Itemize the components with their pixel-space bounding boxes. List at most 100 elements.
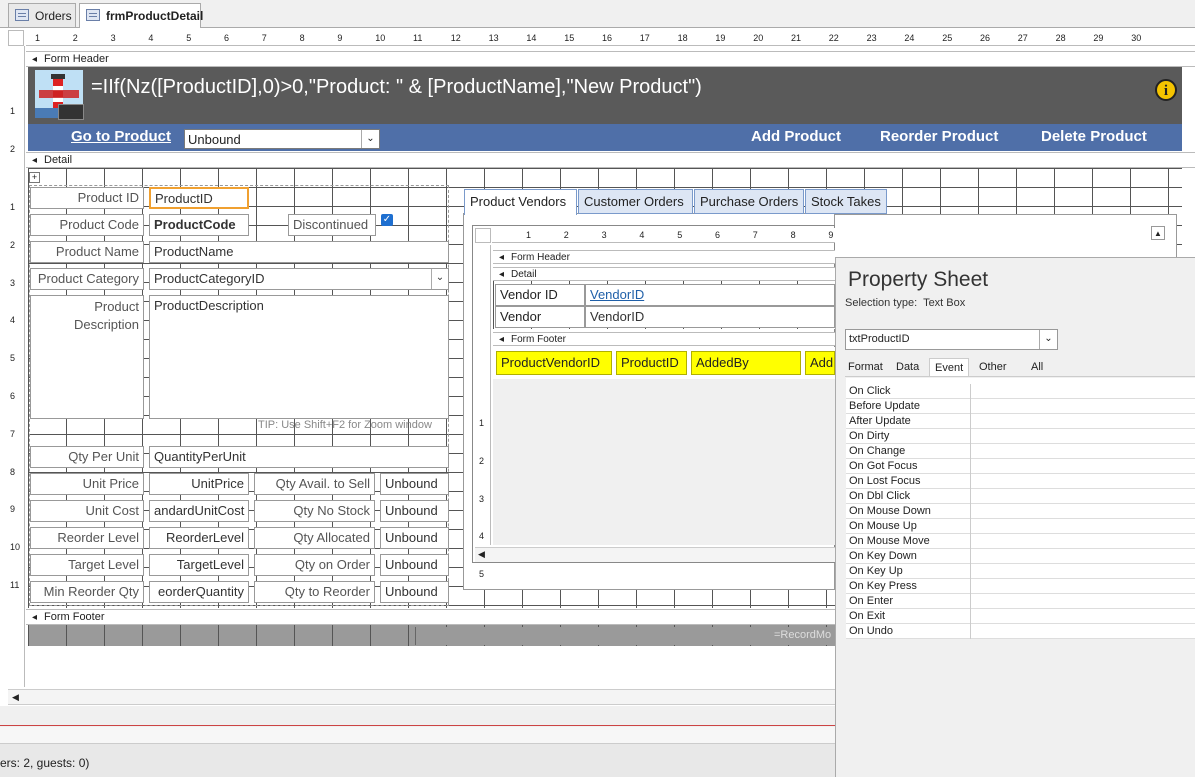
vendor-id-field[interactable]: VendorID bbox=[585, 284, 835, 306]
add-header[interactable]: Add bbox=[805, 351, 835, 375]
ps-tab-data[interactable]: Data bbox=[891, 358, 924, 376]
tab-stock-takes[interactable]: Stock Takes bbox=[805, 189, 887, 214]
event-property-row[interactable]: On Mouse Move bbox=[846, 534, 1195, 549]
event-property-row[interactable]: On Dbl Click bbox=[846, 489, 1195, 504]
ps-tab-event[interactable]: Event bbox=[929, 358, 970, 376]
unit-cost-field[interactable]: andardUnitCost bbox=[149, 500, 249, 522]
qty-avail-label: Qty Avail. to Sell bbox=[254, 473, 375, 495]
product-vendor-id-header[interactable]: ProductVendorID bbox=[496, 351, 612, 375]
ps-tab-other[interactable]: Other bbox=[974, 358, 1012, 376]
subform-selector[interactable] bbox=[475, 228, 491, 243]
qty-per-unit-field[interactable]: QuantityPerUnit bbox=[149, 446, 449, 468]
event-property-row[interactable]: On Enter bbox=[846, 594, 1195, 609]
subform-footer-bar[interactable]: Form Footer bbox=[493, 332, 835, 346]
ruler-tick-label: 7 bbox=[752, 230, 758, 240]
qty-on-stock-field[interactable]: Unbound bbox=[380, 500, 449, 522]
chevron-down-icon[interactable]: ⌄ bbox=[361, 130, 379, 148]
event-property-row[interactable]: On Exit bbox=[846, 609, 1195, 624]
control-selector-value: txtProductID bbox=[849, 333, 910, 345]
unit-price-label: Unit Price bbox=[30, 473, 144, 495]
event-property-row[interactable]: Before Update bbox=[846, 399, 1195, 414]
event-property-row[interactable]: On Key Down bbox=[846, 549, 1195, 564]
ruler-tick-label: 2 bbox=[563, 230, 569, 240]
info-icon[interactable]: i bbox=[1155, 79, 1177, 101]
target-level-field[interactable]: TargetLevel bbox=[149, 554, 249, 576]
ruler-tick-label: 1 bbox=[479, 418, 485, 428]
scroll-left-icon[interactable]: ◀ bbox=[12, 692, 19, 703]
ps-tab-format[interactable]: Format bbox=[843, 358, 888, 376]
ruler-tick-label: 11 bbox=[413, 33, 423, 43]
scroll-left-icon[interactable]: ◀ bbox=[478, 549, 485, 560]
ps-tab-all[interactable]: All bbox=[1026, 358, 1048, 376]
event-property-name: On Dirty bbox=[849, 430, 890, 442]
event-property-name: On Lost Focus bbox=[849, 475, 921, 487]
subform-detail-bar[interactable]: Detail bbox=[493, 267, 835, 281]
chevron-down-icon[interactable]: ⌄ bbox=[1039, 330, 1057, 349]
subform-hscrollbar[interactable]: ◀ bbox=[475, 547, 835, 562]
form-selector[interactable] bbox=[8, 30, 24, 46]
event-property-row[interactable]: On Change bbox=[846, 444, 1195, 459]
unit-cost-label: Unit Cost bbox=[30, 500, 144, 522]
discontinued-checkbox[interactable]: ✓ bbox=[381, 214, 393, 226]
delete-product-button[interactable]: Delete Product bbox=[1041, 128, 1147, 145]
event-property-row[interactable]: On Dirty bbox=[846, 429, 1195, 444]
tab-frmproductdetail[interactable]: frmProductDetail bbox=[79, 3, 203, 28]
product-description-label: Product Description bbox=[30, 295, 144, 419]
event-property-name: On Key Up bbox=[849, 565, 903, 577]
product-name-field[interactable]: ProductName bbox=[149, 241, 449, 263]
form-header-bar[interactable]: Form Header bbox=[26, 51, 1195, 67]
vendor-label: Vendor bbox=[495, 306, 585, 328]
tab-orders[interactable]: Orders bbox=[8, 3, 76, 27]
ruler-tick-label: 7 bbox=[261, 33, 267, 43]
event-property-row[interactable]: On Mouse Up bbox=[846, 519, 1195, 534]
tab-purchase-orders[interactable]: Purchase Orders bbox=[694, 189, 804, 214]
ruler-tick-label: 3 bbox=[110, 33, 116, 43]
event-property-row[interactable]: On Got Focus bbox=[846, 459, 1195, 474]
event-property-row[interactable]: On Mouse Down bbox=[846, 504, 1195, 519]
reorder-level-field[interactable]: ReorderLevel bbox=[149, 527, 249, 549]
control-selector-combo[interactable]: txtProductID ⌄ bbox=[845, 329, 1058, 350]
reorder-product-button[interactable]: Reorder Product bbox=[880, 128, 998, 145]
added-by-header[interactable]: AddedBy bbox=[691, 351, 801, 375]
canvas-hscrollbar[interactable]: ◀ bbox=[8, 689, 835, 705]
unit-price-field[interactable]: UnitPrice bbox=[149, 473, 249, 495]
goto-product-combo[interactable]: Unbound ⌄ bbox=[184, 129, 380, 149]
ruler-tick-label: 8 bbox=[10, 466, 16, 477]
form-footer-bar[interactable]: Form Footer bbox=[26, 609, 835, 625]
product-description-field[interactable]: ProductDescription bbox=[149, 295, 449, 419]
scroll-up-icon[interactable]: ▲ bbox=[1151, 226, 1165, 240]
chevron-down-icon[interactable]: ⌄ bbox=[431, 269, 448, 289]
ruler-tick-label: 1 bbox=[10, 106, 16, 116]
vendor-field[interactable]: VendorID bbox=[585, 306, 835, 328]
event-property-row[interactable]: On Key Press bbox=[846, 579, 1195, 594]
event-property-row[interactable]: On Key Up bbox=[846, 564, 1195, 579]
qty-on-order-field[interactable]: Unbound bbox=[380, 554, 449, 576]
event-property-row[interactable]: On Lost Focus bbox=[846, 474, 1195, 489]
footer-record-box[interactable]: =RecordMo bbox=[415, 627, 835, 645]
detail-section-bar[interactable]: Detail bbox=[26, 152, 1195, 168]
event-property-name: On Mouse Down bbox=[849, 505, 931, 517]
header-title-expression[interactable]: =IIf(Nz([ProductID],0)>0,"Product: " & [… bbox=[91, 76, 702, 99]
qty-to-reorder-field[interactable]: Unbound bbox=[380, 581, 449, 603]
product-id-field[interactable]: ProductID bbox=[149, 187, 249, 209]
canvas-bottom-area bbox=[28, 646, 835, 688]
event-property-row[interactable]: After Update bbox=[846, 414, 1195, 429]
tab-page-edge bbox=[835, 214, 1177, 258]
product-code-field[interactable]: ProductCode bbox=[149, 214, 249, 236]
ruler-tick-label: 3 bbox=[10, 277, 16, 288]
move-handle-icon[interactable]: + bbox=[29, 172, 40, 183]
min-reorder-qty-field[interactable]: eorderQuantity bbox=[149, 581, 249, 603]
event-property-row[interactable]: On Click bbox=[846, 384, 1195, 399]
tab-customer-orders[interactable]: Customer Orders bbox=[578, 189, 693, 214]
event-property-row[interactable]: On Undo bbox=[846, 624, 1195, 639]
qty-avail-field[interactable]: Unbound bbox=[380, 473, 449, 495]
event-property-name: On Enter bbox=[849, 595, 894, 607]
ruler-tick-label: 1 bbox=[10, 202, 16, 212]
add-product-button[interactable]: Add Product bbox=[751, 128, 841, 145]
qty-allocated-field[interactable]: Unbound bbox=[380, 527, 449, 549]
ruler-tick-label: 17 bbox=[639, 33, 650, 43]
product-id-header[interactable]: ProductID bbox=[616, 351, 687, 375]
tab-product-vendors[interactable]: Product Vendors bbox=[464, 189, 577, 215]
subform-header-bar[interactable]: Form Header bbox=[493, 250, 835, 264]
product-category-combo[interactable]: ProductCategoryID ⌄ bbox=[149, 268, 449, 290]
